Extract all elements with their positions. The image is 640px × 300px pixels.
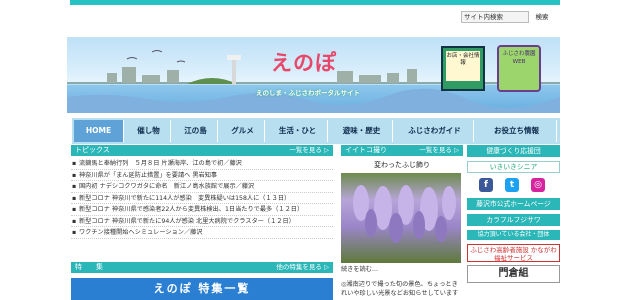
photo-title[interactable]: 変わったふじ飾り — [341, 160, 463, 170]
farm-web-badge[interactable]: ふじさわ農園WEB — [497, 45, 541, 92]
search-input[interactable]: サイト内検索 — [461, 11, 529, 23]
wisteria-photo[interactable] — [341, 173, 461, 263]
city-homepage-link[interactable]: 藤沢市公式ホームページ — [467, 198, 560, 210]
nav-life-people[interactable]: 生活・ひと — [268, 120, 328, 142]
main-nav: HOME 催し物 江の島 グルメ 生活・ひと 遊味・歴史 ふじさわガイド お役立… — [72, 118, 560, 144]
site-logo[interactable]: えのぽ — [271, 47, 337, 77]
topics-header: トピックス 一覧を見る ▷ — [71, 145, 333, 156]
photo-header: イイトコ撮り 一覧を見る ▷ — [341, 145, 463, 156]
nav-events[interactable]: 催し物 — [127, 120, 171, 142]
shop-info-badge[interactable]: お店・会社情報 — [441, 46, 485, 91]
list-item[interactable]: 新型コロナ 神奈川で新たに114人が感染 変異株疑いは158人に（１３日） — [71, 193, 333, 204]
feature-more-link[interactable]: 他の特集を見る ▷ — [276, 262, 329, 273]
page: サイト内検索 検索 えのぽ えのしま・ふじさわポータルサイト お店・会社情報 ふ… — [67, 0, 560, 300]
colorful-fujisawa-link[interactable]: カラフルフジサワ — [467, 214, 560, 226]
shop-info-label: お店・会社情報 — [446, 51, 480, 81]
feature-header: 特 集 他の特集を見る ▷ — [71, 262, 333, 273]
list-item[interactable]: 国内初 ナデシコクワガタに命名 新江ノ島水族館で展示／藤沢 — [71, 181, 333, 193]
twitter-icon[interactable]: t — [505, 178, 519, 192]
instagram-icon[interactable]: ◎ — [531, 178, 545, 192]
list-item[interactable]: 流鏑馬と奉納行列 ５月８日 片瀬海岸、江の島で初／藤沢 — [71, 158, 333, 170]
topics-list: 流鏑馬と奉納行列 ５月８日 片瀬海岸、江の島で初／藤沢 神奈川県が「まん延防止措… — [71, 158, 333, 239]
nav-useful-info[interactable]: お役立ち情報 — [477, 120, 557, 142]
list-item[interactable]: 新型コロナ 神奈川県で新たに94人が感染 北里大病院でクラスター（１２日） — [71, 216, 333, 227]
feature-banner[interactable]: えのぽ 特集一覧 — [71, 278, 333, 300]
search-button[interactable]: 検索 — [531, 11, 553, 23]
nav-enoshima[interactable]: 江の島 — [174, 120, 218, 142]
top-accent-bar — [70, 0, 560, 5]
list-item[interactable]: ワクチン接種開始へシミュレーション／藤沢 — [71, 227, 333, 239]
sidebar: 健康づくり応援団 いきいきシニア f t ◎ 藤沢市公式ホームページ カラフルフ… — [467, 145, 560, 283]
wisteria-illustration — [353, 185, 456, 243]
elderly-facility-ad[interactable]: ふじさわ高齢者施設 かながわ福祉サービス — [467, 244, 560, 262]
social-links: f t ◎ — [467, 177, 560, 194]
feature-title: 特 集 — [75, 263, 103, 271]
facebook-icon[interactable]: f — [479, 178, 493, 192]
nav-history[interactable]: 遊味・歴史 — [331, 120, 393, 142]
topics-more-link[interactable]: 一覧を見る ▷ — [289, 145, 329, 156]
nav-gourmet[interactable]: グルメ — [221, 120, 265, 142]
photo-description: ◎湘南辺りで撮った旬の景色、ちょっときれいや珍しい光景などお知らせしています — [341, 281, 459, 297]
health-link[interactable]: 健康づくり応援団 — [467, 145, 560, 157]
photo-read-more[interactable]: 続きを読む… — [341, 264, 378, 273]
site-tagline: えのしま・ふじさわポータルサイト — [256, 89, 360, 97]
nav-fujisawa-guide[interactable]: ふじさわガイド — [396, 120, 474, 142]
header-banner: えのぽ えのしま・ふじさわポータルサイト お店・会社情報 ふじさわ農園WEB — [67, 37, 560, 113]
list-item[interactable]: 新型コロナ 神奈川県で感染者22人から変異株検出、1日当たりで最多（１２日） — [71, 204, 333, 216]
partners-header: 協力頂いている会社・団体 — [467, 230, 560, 240]
kadokura-ad[interactable]: 門倉組 — [467, 265, 560, 283]
photo-header-title: イイトコ撮り — [345, 146, 387, 154]
topics-title: トピックス — [75, 146, 110, 154]
list-item[interactable]: 神奈川県が「まん延防止措置」を要請へ 黒岩知事 — [71, 170, 333, 181]
nav-home[interactable]: HOME — [74, 120, 124, 142]
photo-more-link[interactable]: 一覧を見る ▷ — [419, 145, 459, 156]
senior-link[interactable]: いきいきシニア — [467, 161, 560, 173]
farm-web-label: ふじさわ農園WEB — [502, 51, 536, 65]
